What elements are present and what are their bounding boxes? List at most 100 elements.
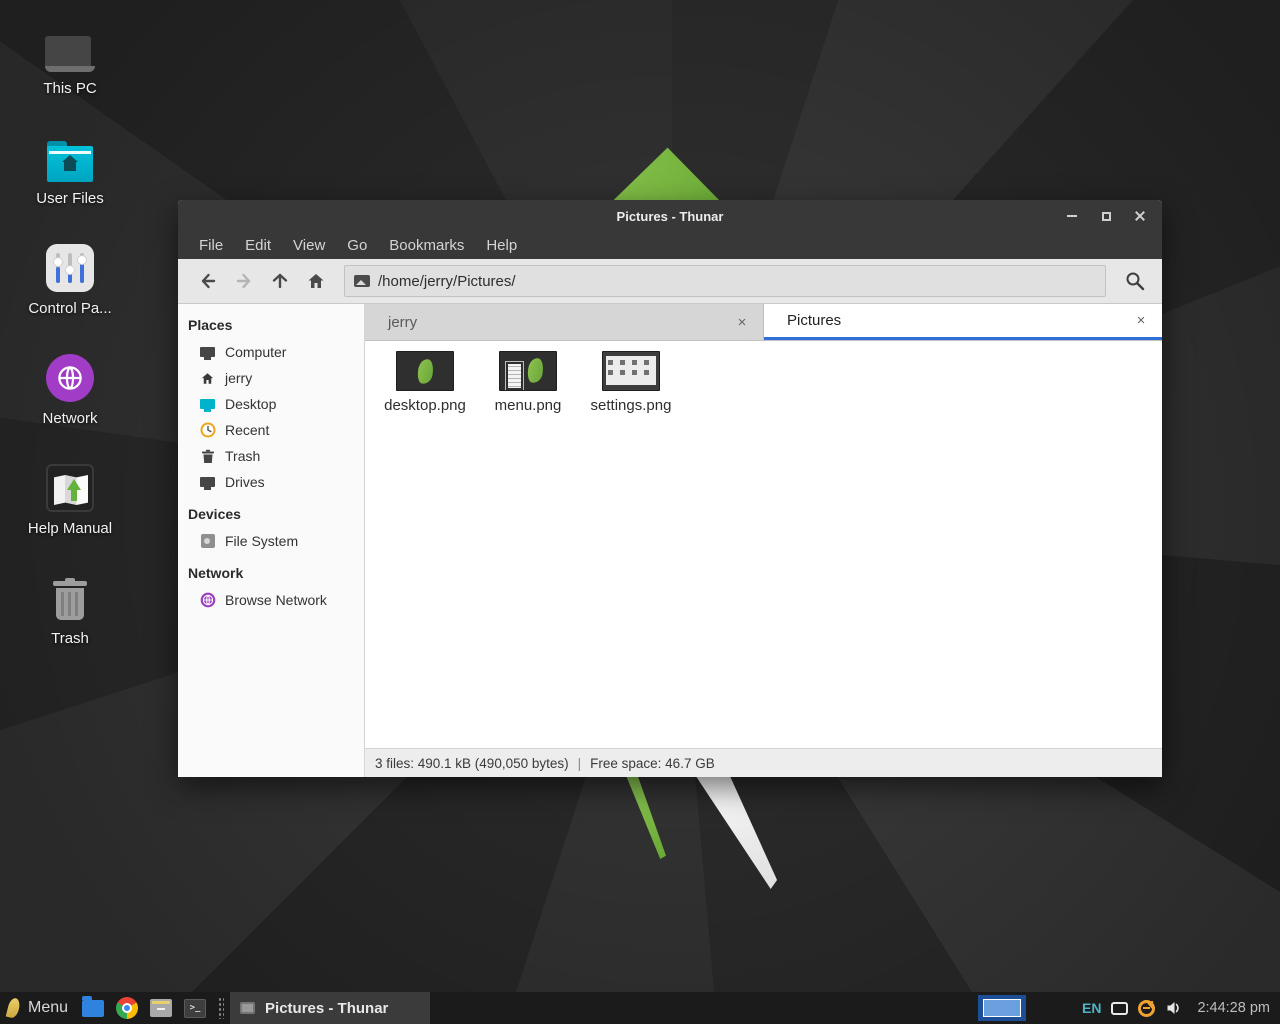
forward-button[interactable]	[226, 265, 262, 297]
sidebar-item-trash[interactable]: Trash	[178, 443, 364, 469]
desktop-icon-control-panel[interactable]: Control Pa...	[20, 240, 120, 350]
sidebar-item-desktop[interactable]: Desktop	[178, 391, 364, 417]
sidebar: Places Computer jerry Desktop Recent	[178, 304, 365, 777]
tab-jerry[interactable]: jerry ×	[365, 304, 764, 340]
menu-view[interactable]: View	[282, 237, 336, 254]
up-arrow-icon	[270, 271, 290, 291]
drives-monitor-icon	[199, 474, 216, 491]
desktop-icon-help-manual[interactable]: Help Manual	[20, 460, 120, 570]
file-item-desktop-png[interactable]: desktop.png	[377, 351, 473, 414]
clock[interactable]: 2:44:28 pm	[1197, 1000, 1270, 1016]
path-bar[interactable]: /home/jerry/Pictures/	[344, 265, 1106, 297]
file-item-menu-png[interactable]: menu.png	[480, 351, 576, 414]
volume-icon[interactable]	[1165, 999, 1183, 1017]
thunar-window: Pictures - Thunar File Edit View Go Book…	[178, 200, 1162, 777]
terminal-launcher[interactable]: >_	[182, 995, 208, 1021]
terminal-icon: >_	[184, 999, 206, 1018]
browse-network-globe-icon	[199, 592, 216, 609]
home-icon	[306, 271, 326, 291]
desktop-icon-user-files[interactable]: User Files	[20, 130, 120, 240]
status-bar: 3 files: 490.1 kB (490,050 bytes) | Free…	[365, 748, 1162, 777]
file-list-view[interactable]: desktop.png menu.png settings.png	[365, 341, 1162, 748]
sidebar-item-jerry[interactable]: jerry	[178, 365, 364, 391]
desktop-icon-trash[interactable]: Trash	[20, 570, 120, 680]
computer-monitor-icon	[199, 344, 216, 361]
toolbar: /home/jerry/Pictures/	[178, 259, 1162, 304]
control-panel-icon	[46, 240, 94, 292]
back-button[interactable]	[190, 265, 226, 297]
window-titlebar[interactable]: Pictures - Thunar	[178, 200, 1162, 232]
keyboard-layout-indicator[interactable]: EN	[1082, 1000, 1101, 1016]
menu-file[interactable]: File	[188, 237, 234, 254]
up-button[interactable]	[262, 265, 298, 297]
archive-launcher[interactable]	[148, 995, 174, 1021]
sidebar-section-devices: Devices	[178, 499, 364, 528]
update-manager-icon[interactable]	[1138, 1000, 1155, 1017]
file-item-settings-png[interactable]: settings.png	[583, 351, 679, 414]
desktop-icon-network[interactable]: Network	[20, 350, 120, 460]
back-arrow-icon	[198, 271, 218, 291]
file-manager-icon	[82, 1000, 104, 1017]
help-manual-icon	[46, 460, 94, 512]
status-free-space: Free space: 46.7 GB	[590, 756, 715, 771]
menu-edit[interactable]: Edit	[234, 237, 282, 254]
sidebar-item-recent[interactable]: Recent	[178, 417, 364, 443]
linux-lite-feather-icon	[6, 997, 22, 1019]
tab-pictures[interactable]: Pictures ×	[764, 304, 1162, 340]
sidebar-section-places: Places	[178, 310, 364, 339]
sidebar-item-drives[interactable]: Drives	[178, 469, 364, 495]
tab-close-icon[interactable]: ×	[733, 314, 751, 331]
desktop-icon-label: Help Manual	[28, 520, 112, 537]
display-tray-icon[interactable]	[1111, 1002, 1128, 1015]
maximize-icon	[1102, 212, 1111, 221]
this-pc-icon	[45, 20, 95, 72]
menu-button-label: Menu	[28, 999, 68, 1017]
desktop-png-thumbnail	[396, 351, 454, 391]
menu-png-thumbnail	[499, 351, 557, 391]
desktop-icon-label: This PC	[43, 80, 96, 97]
trash-icon	[53, 570, 87, 622]
file-manager-launcher[interactable]	[80, 995, 106, 1021]
desktop-icon-label: User Files	[36, 190, 104, 207]
workspace-switcher[interactable]	[978, 995, 1026, 1021]
desktop-icon-column: This PC User Files Control Pa... Network	[20, 20, 120, 680]
sidebar-item-browse-network[interactable]: Browse Network	[178, 587, 364, 613]
status-files-summary: 3 files: 490.1 kB (490,050 bytes)	[375, 756, 569, 771]
network-globe-icon	[46, 350, 94, 402]
sidebar-item-file-system[interactable]: File System	[178, 528, 364, 554]
start-menu-button[interactable]: Menu	[8, 998, 68, 1018]
menu-bookmarks[interactable]: Bookmarks	[378, 237, 475, 254]
file-cabinet-icon	[150, 999, 172, 1017]
desktop-icon-label: Trash	[51, 630, 89, 647]
tab-close-icon[interactable]: ×	[1132, 312, 1150, 329]
chrome-launcher[interactable]	[114, 995, 140, 1021]
menu-go[interactable]: Go	[336, 237, 378, 254]
tasklist-handle[interactable]	[218, 997, 224, 1019]
tab-bar: jerry × Pictures ×	[365, 304, 1162, 341]
system-tray: EN 2:44:28 pm	[1082, 999, 1270, 1017]
menu-help[interactable]: Help	[475, 237, 528, 254]
search-button[interactable]	[1120, 265, 1150, 297]
settings-png-thumbnail	[602, 351, 660, 391]
close-icon	[1134, 210, 1146, 222]
search-icon	[1124, 270, 1146, 292]
user-files-folder-icon	[47, 130, 93, 182]
desktop-icon-label: Network	[42, 410, 97, 427]
desktop-icon-label: Control Pa...	[28, 300, 111, 317]
window-controls	[1060, 205, 1152, 227]
maximize-button[interactable]	[1094, 205, 1118, 227]
desktop-icon-this-pc[interactable]: This PC	[20, 20, 120, 130]
file-system-drive-icon	[199, 533, 216, 550]
window-title: Pictures - Thunar	[178, 209, 1162, 224]
window-button-icon	[240, 1002, 255, 1014]
home-icon	[199, 370, 216, 387]
sidebar-section-network: Network	[178, 558, 364, 587]
recent-clock-icon	[199, 422, 216, 439]
sidebar-item-computer[interactable]: Computer	[178, 339, 364, 365]
menubar: File Edit View Go Bookmarks Help	[178, 232, 1162, 259]
home-button[interactable]	[298, 265, 334, 297]
close-button[interactable]	[1128, 205, 1152, 227]
workspace-1[interactable]	[983, 999, 1021, 1017]
minimize-button[interactable]	[1060, 205, 1084, 227]
taskbar-window-button[interactable]: Pictures - Thunar	[230, 992, 430, 1024]
